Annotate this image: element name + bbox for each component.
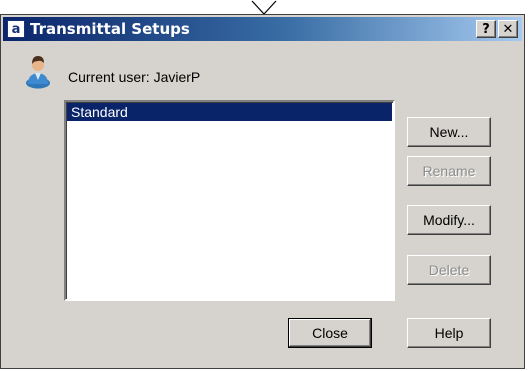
transmittal-setups-dialog: a Transmittal Setups ? ✕ Current user: J… (0, 14, 525, 369)
window-title: Transmittal Setups (30, 20, 190, 38)
new-button[interactable]: New... (407, 117, 491, 147)
rename-button[interactable]: Rename (407, 156, 491, 186)
close-caption-button[interactable]: ✕ (498, 20, 518, 38)
title-bar[interactable]: a Transmittal Setups ? ✕ (3, 17, 522, 41)
setups-listbox[interactable]: Standard (64, 100, 395, 301)
close-button[interactable]: Close (288, 318, 372, 348)
user-avatar-icon (26, 56, 50, 89)
transmittal-app-icon[interactable]: a (7, 20, 25, 38)
modify-button[interactable]: Modify... (407, 205, 491, 235)
delete-button[interactable]: Delete (407, 255, 491, 285)
current-user-label: Current user: JavierP (68, 69, 201, 85)
list-item[interactable]: Standard (67, 103, 392, 121)
help-caption-button[interactable]: ? (476, 20, 496, 38)
help-button[interactable]: Help (407, 318, 491, 348)
